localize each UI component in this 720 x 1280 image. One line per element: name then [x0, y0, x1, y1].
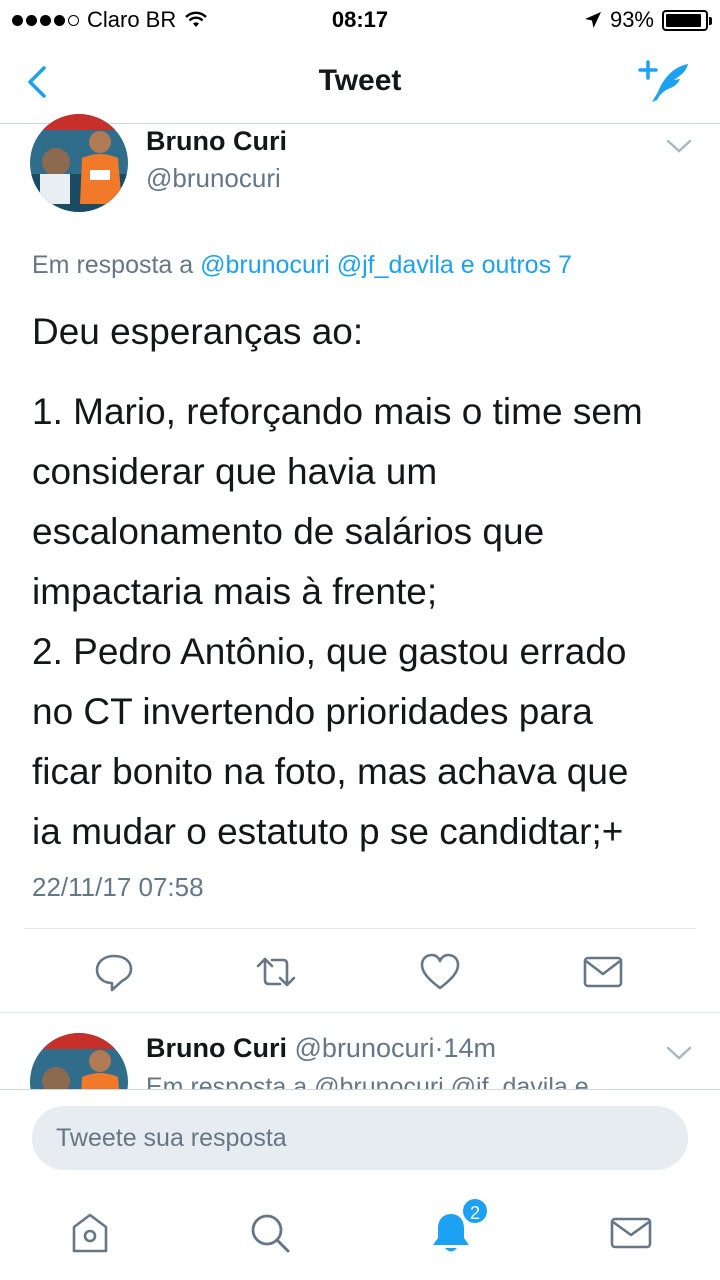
reply-mentions-link[interactable]: @brunocuri @jf_davila e outros 7 — [200, 251, 572, 279]
device-status: 93% — [584, 7, 712, 33]
reply-context: Em resposta a @brunocuri @jf_davila e — [146, 1073, 589, 1089]
avatar-photo — [30, 1033, 128, 1089]
tweet-text-intro: Deu esperanças ao: — [32, 311, 364, 352]
reply-context: Em resposta a @brunocuri @jf_davila e ou… — [32, 251, 572, 280]
meta-separator: · — [434, 1033, 444, 1063]
page-title: Tweet — [318, 64, 402, 97]
home-icon[interactable] — [66, 1209, 114, 1257]
tweet-text-line: 1. Mario, reforçando mais o time sem — [32, 391, 643, 432]
avatar[interactable] — [30, 1033, 128, 1089]
envelope-icon[interactable] — [581, 950, 625, 994]
tweet-age: 14m — [443, 1033, 497, 1063]
navigation-bar: Tweet — [0, 40, 720, 124]
author-handle[interactable]: @brunocuri — [295, 1033, 435, 1063]
battery-icon — [662, 9, 712, 31]
tweet-text-line: ia mudar o estatuto p se candidtar;+ — [32, 811, 624, 852]
author-name[interactable]: Bruno Curi — [146, 1033, 287, 1063]
search-icon[interactable] — [246, 1209, 294, 1257]
heart-icon[interactable] — [418, 950, 462, 994]
author-name[interactable]: Bruno Curi — [146, 126, 287, 157]
reply-prefix: Em resposta a — [32, 251, 194, 279]
next-tweet[interactable]: Bruno Curi @brunocuri·14m Em resposta a … — [0, 1013, 720, 1089]
battery-percent: 93% — [609, 7, 654, 32]
reply-input[interactable] — [32, 1106, 688, 1170]
status-bar: Claro BR 08:17 93% — [0, 0, 720, 40]
tweet-text-line: no CT invertendo prioridades para — [32, 691, 593, 732]
chevron-down-icon[interactable] — [666, 1045, 692, 1061]
envelope-icon[interactable] — [607, 1209, 655, 1257]
notifications-tab[interactable]: 2 — [427, 1197, 489, 1257]
location-arrow-icon — [584, 12, 601, 28]
divider — [24, 928, 696, 929]
tab-bar: 2 — [0, 1189, 720, 1280]
author-handle[interactable]: @brunocuri — [146, 163, 281, 194]
tweet-text-line: impactaria mais à frente; — [32, 571, 438, 612]
tweet-text-line: escalonamento de salários que — [32, 511, 545, 552]
tweet-text-line: 2. Pedro Antônio, que gastou errado — [32, 631, 627, 672]
author-line: Bruno Curi @brunocuri·14m — [146, 1033, 496, 1064]
tweet-text-line: ficar bonito na foto, mas achava que — [32, 751, 629, 792]
avatar-photo — [30, 114, 128, 212]
tweet-text-line: considerar que havia um — [32, 451, 438, 492]
tweet-body: Deu esperanças ao: 1. Mario, reforçando … — [32, 302, 692, 862]
tweet-actions — [0, 940, 720, 1004]
reply-bar — [0, 1089, 720, 1189]
compose-tweet-icon[interactable] — [638, 58, 694, 106]
reply-icon[interactable] — [92, 950, 136, 994]
chevron-down-icon[interactable] — [666, 138, 692, 154]
notification-count-badge: 2 — [461, 1197, 489, 1225]
retweet-icon[interactable] — [254, 950, 298, 994]
avatar[interactable] — [30, 114, 128, 212]
tweet-timestamp: 22/11/17 07:58 — [32, 872, 204, 902]
battery-level — [666, 13, 702, 27]
